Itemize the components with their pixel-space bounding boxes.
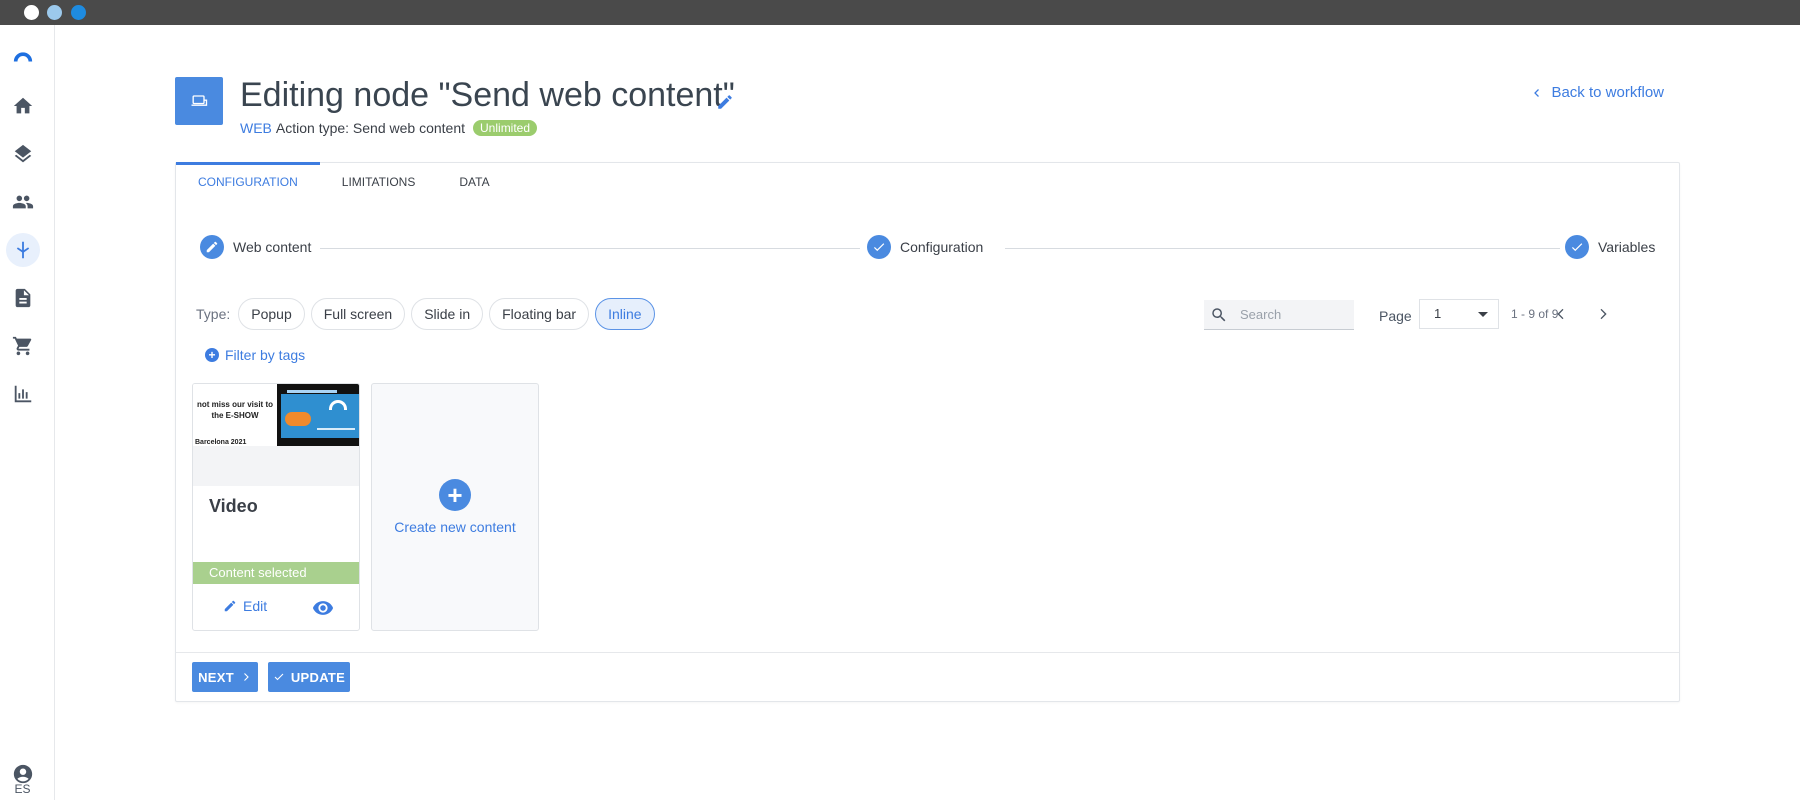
- people-icon[interactable]: [6, 185, 40, 219]
- pencil-icon: [224, 600, 236, 612]
- back-to-workflow-link[interactable]: Back to workflow: [1531, 84, 1664, 101]
- update-button-label: UPDATE: [290, 669, 346, 685]
- window-minimize-button[interactable]: [47, 5, 62, 20]
- filter-by-tags-label: Filter by tags: [225, 347, 306, 363]
- content-name: Video: [209, 496, 258, 516]
- stepper-connector: [320, 248, 860, 249]
- stepper-connector: [1005, 248, 1560, 249]
- update-button[interactable]: UPDATE: [268, 662, 350, 692]
- step-web-content[interactable]: Web content: [200, 235, 312, 259]
- home-icon[interactable]: [6, 89, 40, 123]
- thumbnail-text-line: Barcelona 2021: [195, 439, 247, 446]
- step-configuration[interactable]: Configuration: [867, 235, 984, 259]
- step-label: Configuration: [900, 239, 984, 255]
- workflow-icon[interactable]: [6, 233, 40, 267]
- page-select[interactable]: 1: [1419, 299, 1499, 329]
- type-chip-inline[interactable]: Inline: [595, 298, 655, 330]
- next-button[interactable]: NEXT: [192, 662, 258, 692]
- brand-logo-icon[interactable]: [6, 39, 40, 73]
- window-titlebar: [0, 0, 1800, 25]
- tab-limitations[interactable]: LIMITATIONS: [320, 163, 438, 201]
- chevron-left-icon: [1534, 88, 1540, 97]
- tab-configuration[interactable]: CONFIGURATION: [176, 162, 320, 201]
- back-link-label: Back to workflow: [1551, 84, 1664, 101]
- check-icon: [274, 673, 284, 681]
- thumbnail-text-line: the E-SHOW: [211, 411, 259, 420]
- cart-icon[interactable]: [6, 329, 40, 363]
- type-chip-floating-bar[interactable]: Floating bar: [489, 298, 590, 330]
- thumbnail-video-frame: [277, 384, 359, 446]
- document-icon[interactable]: [6, 281, 40, 315]
- chevron-right-icon: [1600, 308, 1607, 320]
- search-input[interactable]: [1240, 307, 1340, 322]
- page-label: Page: [1379, 308, 1412, 324]
- limit-badge: Unlimited: [473, 120, 538, 136]
- create-new-content-label: Create new content: [394, 519, 516, 535]
- chevron-left-icon: [1557, 308, 1564, 320]
- node-type-icon: [175, 77, 223, 125]
- tab-bar: CONFIGURATION LIMITATIONS DATA: [176, 162, 512, 201]
- next-button-label: NEXT: [198, 669, 234, 685]
- type-chip-popup[interactable]: Popup: [238, 298, 305, 330]
- language-selector[interactable]: ES: [0, 782, 45, 796]
- check-icon: [867, 235, 891, 259]
- pencil-icon: [200, 235, 224, 259]
- page-select-value: 1: [1434, 306, 1442, 321]
- search-icon: [1212, 307, 1226, 321]
- create-new-content-card[interactable]: + Create new content: [371, 383, 539, 631]
- stepper: Web content Configuration Variables: [200, 235, 1656, 261]
- next-page-button[interactable]: [1592, 303, 1614, 325]
- footer-divider: [176, 652, 1679, 653]
- window-close-button[interactable]: [24, 5, 39, 20]
- content-selected-status: Content selected: [193, 562, 359, 584]
- add-circle-icon: +: [439, 479, 471, 511]
- type-chip-full-screen[interactable]: Full screen: [310, 298, 406, 330]
- add-circle-icon: +: [205, 348, 219, 362]
- caret-down-icon: [1478, 312, 1488, 317]
- step-label: Variables: [1598, 239, 1656, 255]
- sidebar: ES: [0, 25, 55, 800]
- previous-page-button[interactable]: [1550, 303, 1572, 325]
- action-type-label: Action type: Send web content: [275, 120, 466, 136]
- bar-chart-icon[interactable]: [6, 377, 40, 411]
- step-variables[interactable]: Variables: [1565, 235, 1656, 259]
- type-chip-slide-in[interactable]: Slide in: [411, 298, 484, 330]
- node-subtitle: WEB Action type: Send web content Unlimi…: [240, 120, 538, 136]
- step-label: Web content: [233, 239, 312, 255]
- page-title: Editing node "Send web content": [240, 76, 735, 114]
- content-card-actions: Edit: [193, 584, 359, 630]
- filter-by-tags-link[interactable]: + Filter by tags: [205, 347, 305, 363]
- tab-data[interactable]: DATA: [437, 163, 511, 201]
- search-field: [1204, 300, 1354, 330]
- channel-label: WEB: [240, 120, 272, 136]
- check-icon: [1565, 235, 1589, 259]
- edit-label: Edit: [243, 598, 268, 614]
- layers-icon[interactable]: [6, 137, 40, 171]
- edit-content-button[interactable]: Edit: [223, 598, 267, 614]
- window-maximize-button[interactable]: [71, 5, 86, 20]
- type-filter: Type: Popup Full screen Slide in Floatin…: [196, 298, 655, 330]
- content-thumbnail: not miss our visit to the E-SHOW Barcelo…: [193, 384, 359, 486]
- thumbnail-text-line: not miss our visit to: [196, 400, 273, 409]
- preview-eye-icon[interactable]: [312, 597, 334, 619]
- content-card[interactable]: not miss our visit to the E-SHOW Barcelo…: [192, 383, 360, 631]
- type-filter-label: Type:: [196, 306, 231, 322]
- thumbnail-banner: not miss our visit to the E-SHOW Barcelo…: [193, 384, 277, 446]
- edit-title-pencil-icon[interactable]: [716, 93, 734, 111]
- chevron-right-icon: [244, 673, 249, 681]
- node-config-card: CONFIGURATION LIMITATIONS DATA Web conte…: [175, 162, 1680, 702]
